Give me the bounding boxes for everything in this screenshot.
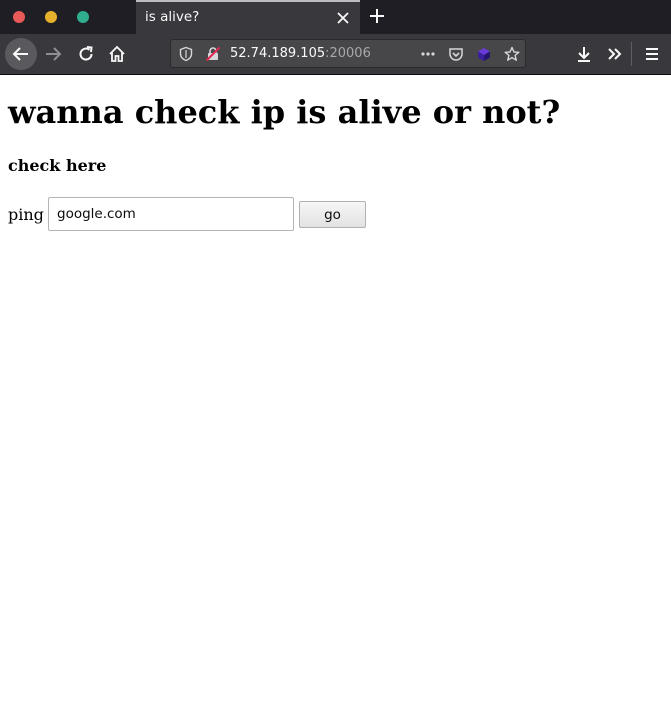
forward-button[interactable] [39, 40, 67, 68]
download-icon [578, 47, 590, 62]
menu-icon [646, 48, 658, 60]
overflow-icon [608, 48, 622, 60]
page-title: wanna check ip is alive or not? [8, 93, 561, 131]
url-bar[interactable]: 52.74.189.105:20006 [170, 39, 526, 68]
ping-input[interactable] [48, 197, 294, 231]
pocket-icon[interactable] [448, 46, 464, 62]
tab-bar: is alive? [0, 0, 671, 34]
shield-icon[interactable] [178, 46, 194, 62]
download-button[interactable] [570, 40, 598, 68]
close-icon[interactable] [336, 11, 350, 25]
nav-bar: 52.74.189.105:20006 [0, 34, 671, 75]
insecure-lock-icon[interactable] [205, 46, 221, 62]
plus-icon[interactable] [369, 8, 385, 24]
window-close-dot[interactable] [13, 11, 25, 23]
page-content: wanna check ip is alive or not? check he… [0, 75, 671, 701]
home-button[interactable] [103, 40, 131, 68]
url-port: :20006 [325, 46, 371, 61]
url-text: 52.74.189.105:20006 [230, 46, 371, 61]
reload-button[interactable] [72, 40, 100, 68]
home-icon [109, 45, 125, 62]
reload-icon [79, 46, 93, 61]
more-icon[interactable] [420, 46, 436, 62]
star-icon[interactable] [504, 46, 520, 62]
ping-label: ping [8, 205, 44, 224]
go-button[interactable]: go [299, 201, 366, 228]
back-button[interactable] [5, 38, 37, 70]
toolbar-separator [631, 42, 632, 66]
page-subheading: check here [8, 156, 107, 175]
back-icon [12, 47, 28, 61]
window-maximize-dot[interactable] [77, 11, 89, 23]
menu-button[interactable] [638, 40, 666, 68]
extension-icon[interactable] [476, 46, 492, 62]
url-host: 52.74.189.105 [230, 46, 326, 61]
tab-title: is alive? [145, 9, 200, 25]
forward-icon [46, 47, 62, 61]
tab-active[interactable]: is alive? [136, 0, 360, 34]
window-minimize-dot[interactable] [45, 11, 57, 23]
overflow-button[interactable] [601, 40, 629, 68]
